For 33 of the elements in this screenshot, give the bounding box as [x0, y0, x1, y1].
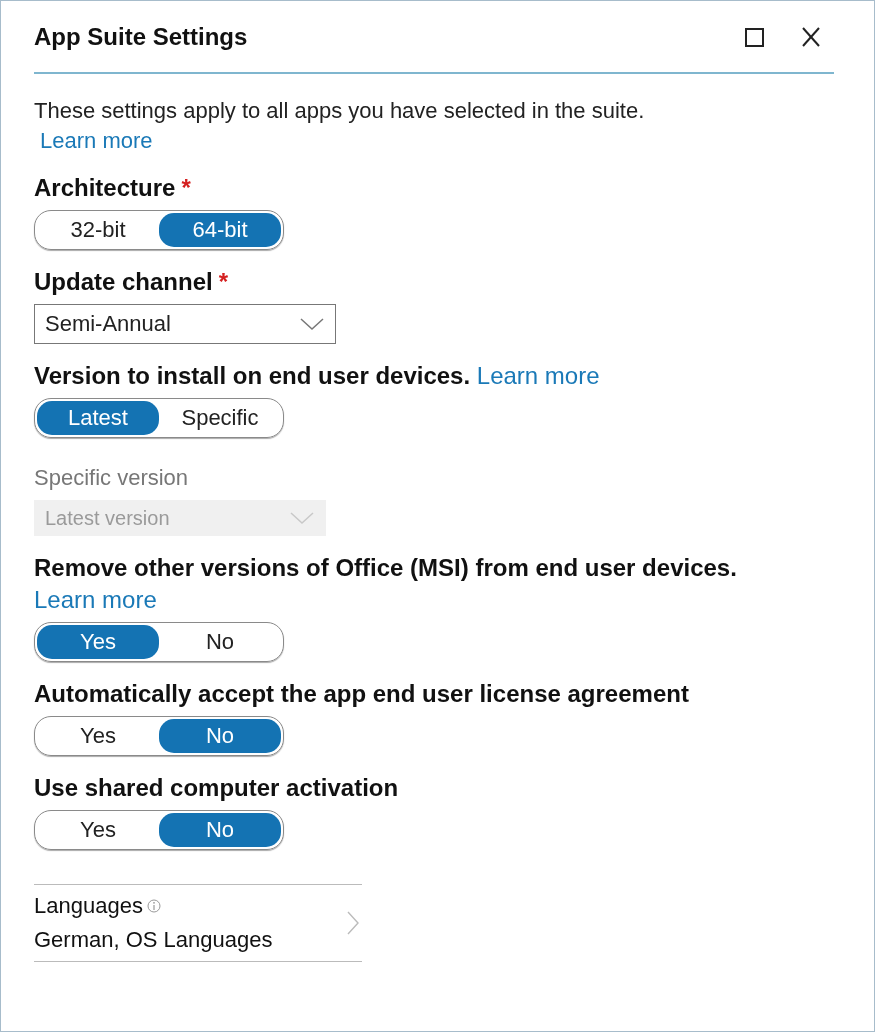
window-title: App Suite Settings — [34, 23, 248, 51]
setting-label: Automatically accept the app end user license agreement — [34, 680, 689, 707]
toggle-option[interactable]: Yes — [37, 813, 159, 847]
learn-more-link[interactable]: Learn more — [476, 362, 600, 389]
toggle-option[interactable]: No — [159, 625, 281, 659]
dropdown-field[interactable]: Semi-Annual — [34, 304, 336, 344]
row-label: Languages — [34, 893, 143, 919]
toggle-option[interactable]: No — [159, 719, 281, 753]
toggle-option[interactable]: Latest — [37, 401, 159, 435]
chevron-down-icon — [289, 511, 315, 525]
chevron-down-icon — [299, 317, 325, 331]
required-mark: * — [181, 174, 191, 201]
row-value: German, OS Languages — [34, 927, 273, 953]
maximize-icon[interactable] — [745, 27, 764, 47]
setting-label: Use shared computer activation — [34, 774, 399, 801]
setting-label: Update channel — [34, 268, 213, 295]
toggle-option[interactable]: No — [159, 813, 281, 847]
setting-label: Specific version — [34, 465, 189, 490]
setting-label: Architecture — [34, 174, 176, 201]
close-icon[interactable] — [802, 27, 820, 47]
toggle-option[interactable]: 64-bit — [159, 213, 281, 247]
chevron-right-icon — [346, 910, 360, 936]
description-text: These settings apply to all apps you have selected in the suite. — [34, 97, 646, 125]
toggle-option[interactable]: Yes — [37, 719, 159, 753]
learn-more-link[interactable]: Learn more — [34, 586, 157, 613]
required-mark: * — [218, 268, 229, 295]
toggle-option[interactable]: Specific — [159, 401, 281, 435]
toggle-option[interactable]: 32-bit — [37, 213, 159, 247]
learn-more-link[interactable]: Learn more — [40, 128, 153, 153]
languages-row[interactable]: Languages German, OS Languages — [34, 884, 362, 962]
toggle-option[interactable]: Yes — [37, 625, 159, 659]
setting-label: Remove other versions of Office (MSI) from end user devices. — [34, 554, 737, 581]
setting-label: Version to install on end user devices. — [34, 362, 471, 389]
